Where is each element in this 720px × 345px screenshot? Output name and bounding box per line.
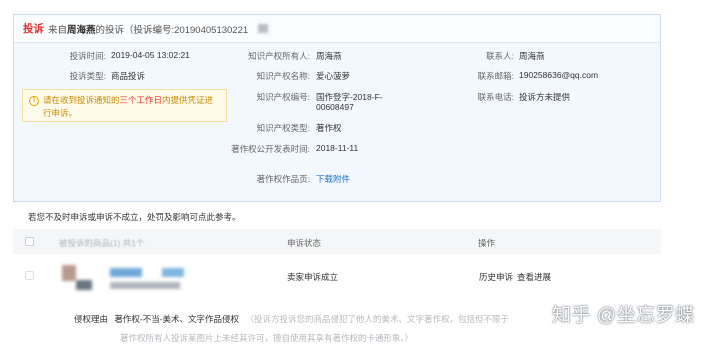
product-title-redacted-2 — [162, 268, 184, 277]
col-status: 申诉状态 — [287, 238, 322, 248]
reason-label: 侵权理由 — [74, 314, 109, 324]
view-progress-link[interactable]: 查看进展 — [517, 271, 551, 283]
download-attachment-link[interactable]: 下载附件 — [316, 173, 350, 185]
complaint-type-value: 商品投诉 — [111, 71, 146, 81]
complaint-type-label: 投诉类型: — [69, 71, 106, 81]
complaint-tag: 投诉 — [23, 23, 44, 35]
product-thumbnail — [62, 265, 76, 281]
ip-type-label: 知识产权类型: — [256, 123, 310, 133]
contact-phone-value: 投诉方未提供 — [519, 92, 571, 102]
watermark: 知乎 @坐忘罗蝶 — [552, 305, 695, 326]
infringement-reason: 侵权理由 著作权-不当-美术、文字作品侵权 （投诉方投诉您的商品侵犯了他人的美术… — [74, 313, 509, 325]
table-header: 被投诉的商品(1) 共1个 申诉状态 操作 — [13, 229, 661, 254]
ip-number-value-cont: 00608497 — [316, 102, 354, 112]
publish-time-value: 2018-11-11 — [316, 143, 359, 153]
product-title-redacted — [110, 268, 142, 277]
deadline-notice: ! 请在收到投诉通知的三个工作日内提供凭证进行申诉。 — [22, 89, 227, 122]
from-prefix: 来自 — [48, 24, 68, 36]
complaint-number: 的投诉（投诉编号:20190405130221 — [95, 24, 249, 36]
complaint-time-label: 投诉时间: — [69, 51, 106, 61]
col-action: 操作 — [478, 238, 496, 248]
work-page-label: 著作权作品页: — [256, 174, 310, 184]
contact-person-label: 联系人: — [486, 51, 514, 61]
panel-header: 投诉 来自 周海燕 的投诉（投诉编号:20190405130221 — [14, 15, 660, 43]
ip-name-value: 爱心菠萝 — [316, 71, 351, 81]
col-product: 被投诉的商品(1) 共1个 — [59, 238, 145, 248]
complaint-time-value: 2019-04-05 13:02:21 — [111, 50, 190, 60]
warning-icon: ! — [29, 96, 39, 106]
history-appeal-link[interactable]: 历史申诉 — [479, 271, 513, 283]
reason-description-cont: 著作权所有人投诉某图片上未经其许可，擅自使用其享有著作权的卡通形象。） — [120, 333, 414, 343]
publish-time-label: 著作权公开发表时间: — [231, 144, 310, 154]
notice-highlight: 三个工作日 — [119, 95, 163, 105]
ip-number-label: 知识产权编号: — [256, 92, 310, 102]
complainant-name: 周海燕 — [67, 24, 96, 36]
contact-person-value: 周海燕 — [519, 51, 545, 61]
notice-text: 请在收到投诉通知的 — [43, 95, 120, 105]
ip-type-value: 著作权 — [316, 123, 342, 133]
redacted-id — [258, 24, 269, 33]
reason-type: 著作权-不当-美术、文字作品侵权 — [114, 314, 240, 324]
appeal-status: 卖家申诉成立 — [287, 272, 339, 282]
row-checkbox[interactable] — [25, 271, 34, 280]
ip-owner-label: 知识产权所有人: — [248, 51, 310, 61]
penalty-advice[interactable]: 若您不及时申诉或申诉不成立，处罚及影响可点此参考。 — [28, 211, 241, 223]
reason-description: （投诉方投诉您的商品侵犯了他人的美术、文字著作权，包括但不限于 — [245, 314, 509, 324]
product-meta-redacted — [110, 282, 180, 289]
ip-name-label: 知识产权名称: — [256, 71, 310, 81]
contact-email-label: 联系邮箱: — [477, 71, 514, 81]
contact-email-value: 190258636@qq.com — [519, 70, 599, 80]
ip-owner-value: 周海燕 — [316, 51, 342, 61]
select-all-checkbox[interactable] — [25, 237, 34, 246]
contact-phone-label: 联系电话: — [477, 92, 514, 102]
product-thumbnail-part — [76, 280, 92, 290]
